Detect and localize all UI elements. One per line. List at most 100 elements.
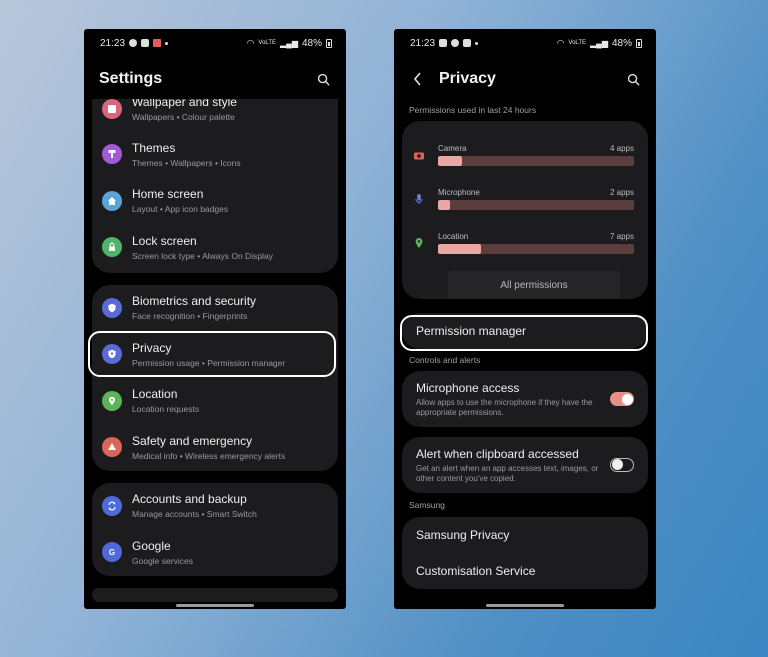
settings-item-title: Google [132,538,171,553]
samsung-privacy-row[interactable]: Samsung Privacy [402,517,648,553]
microphone-access-toggle[interactable] [610,392,634,406]
toggle-knob [611,459,623,470]
microphone-access-description: Allow apps to use the microphone if they… [416,397,593,417]
settings-item-home[interactable]: Home screen Layout • App icon badges [92,178,338,225]
more-notifications-icon [475,41,479,45]
permission-usage-camera[interactable]: Camera 4 apps [412,133,634,177]
permission-usage-bar [438,244,634,254]
gallery-notification-icon [153,39,162,47]
settings-item-title: Lock screen [132,233,197,248]
settings-header: Settings [84,57,346,101]
settings-item-google[interactable]: G Google Google services [92,529,338,576]
svg-text:G: G [109,548,115,557]
lock-icon [102,237,122,258]
settings-item-accounts[interactable]: Accounts and backup Manage accounts • Sma… [92,483,338,530]
microphone-access-row[interactable]: Microphone access Allow apps to use the … [402,371,648,427]
permission-manager-row[interactable]: Permission manager [402,313,648,349]
page-title: Privacy [439,70,496,87]
permission-usage-bar-fill [438,200,450,210]
wifi-icon: ◠ [246,37,255,48]
controls-section-label: Controls and alerts [409,355,481,365]
privacy-header: Privacy [394,57,656,101]
settings-item-lock[interactable]: Lock screen Screen lock type • Always On … [92,224,338,271]
samsung-section-label: Samsung [409,500,445,510]
permission-name: Microphone [438,188,480,197]
location-pin-icon [102,390,122,411]
permission-usage-card: Camera 4 apps Microphone 2 apps Location 7 ap… [402,121,648,299]
settings-group-3: Accounts and backup Manage accounts • Sma… [92,482,338,576]
settings-group-2: Biometrics and security Face recognition … [92,284,338,471]
microphone-access-title: Microphone access [416,380,520,395]
settings-item-title: Themes [132,140,176,155]
home-gesture-bar[interactable] [486,604,564,607]
battery-icon [326,38,332,48]
clipboard-alert-title: Alert when clipboard accessed [416,446,579,461]
privacy-shield-icon [102,344,122,365]
settings-item-title: Privacy [132,340,172,355]
volte-icon: VoLTE [258,40,276,46]
settings-item-title: Location [132,387,178,402]
facebook-notification-icon [129,39,138,47]
message-notification-icon [463,39,472,47]
customisation-service-row[interactable]: Customisation Service [402,553,648,589]
home-gesture-bar[interactable] [176,604,254,607]
permission-app-count: 2 apps [609,188,634,197]
permission-usage-microphone[interactable]: Microphone 2 apps [412,177,634,221]
google-icon: G [102,542,122,563]
microphone-icon [412,192,426,206]
battery-percent: 48% [611,37,632,49]
all-permissions-button[interactable]: All permissions [448,271,620,299]
facebook-notification-icon [451,39,460,47]
settings-group-partial [92,587,338,602]
settings-item-location[interactable]: Location Location requests [92,378,338,425]
settings-item-subtitle: Manage accounts • Smart Switch [132,509,257,520]
privacy-screen: 21:23 ◠ VoLTE ▂▄▆ 48% Privacy Permission… [394,29,656,609]
search-icon[interactable] [314,70,332,88]
emergency-icon [102,437,122,458]
theme-icon [102,144,122,165]
wifi-icon: ◠ [556,37,565,48]
clipboard-alert-toggle[interactable] [610,458,634,472]
home-icon [102,190,122,211]
permission-usage-bar-fill [438,156,462,166]
settings-item-wallpaper[interactable]: Wallpaper and style Wallpapers • Colour p… [92,99,338,131]
permission-app-count: 7 apps [609,232,634,241]
settings-item-safety[interactable]: Safety and emergency Medical info • Wirel… [92,424,338,471]
battery-icon [636,38,642,48]
settings-item-themes[interactable]: Themes Themes • Wallpapers • Icons [92,131,338,178]
settings-list[interactable]: Wallpaper and style Wallpapers • Colour p… [84,99,346,602]
permission-manager-label: Permission manager [416,324,527,338]
permission-usage-bar [438,156,634,166]
settings-item-biometrics[interactable]: Biometrics and security Face recognition … [92,285,338,332]
samsung-group: Samsung Privacy Customisation Service [402,517,648,589]
clipboard-alert-description: Get an alert when an app accesses text, … [416,463,599,483]
settings-item-subtitle: Google services [132,555,193,566]
toggle-knob [621,393,633,405]
page-title: Settings [99,70,163,87]
settings-screen: 21:23 ◠ VoLTE ▂▄▆ 48% Settings Wallpaper… [84,29,346,609]
settings-item-title: Wallpaper and style [132,99,237,109]
status-bar: 21:23 ◠ VoLTE ▂▄▆ 48% [394,29,656,57]
permission-usage-bar-fill [438,244,482,254]
settings-item-subtitle: Medical info • Wireless emergency alerts [132,450,286,461]
usage-section-label: Permissions used in last 24 hours [409,105,537,115]
location-pin-icon [412,236,426,250]
image-icon [102,99,122,119]
permission-name: Location [438,232,469,241]
settings-item-privacy[interactable]: Privacy Permission usage • Permission man… [92,331,338,378]
shield-icon [102,297,122,318]
back-arrow-icon[interactable] [409,70,427,88]
settings-item-title: Safety and emergency [132,433,253,448]
signal-icon: ▂▄▆ [590,38,608,48]
sync-icon [102,495,122,516]
status-time: 21:23 [100,37,126,49]
settings-item-subtitle: Screen lock type • Always On Display [132,250,273,261]
battery-percent: 48% [301,37,322,49]
settings-item-title: Home screen [132,187,204,202]
message-notification-icon [141,39,150,47]
settings-group-1: Wallpaper and style Wallpapers • Colour p… [92,99,338,273]
search-icon[interactable] [624,70,642,88]
clipboard-alert-row[interactable]: Alert when clipboard accessed Get an ale… [402,437,648,493]
camera-icon [412,148,426,162]
permission-usage-location[interactable]: Location 7 apps [412,221,634,265]
